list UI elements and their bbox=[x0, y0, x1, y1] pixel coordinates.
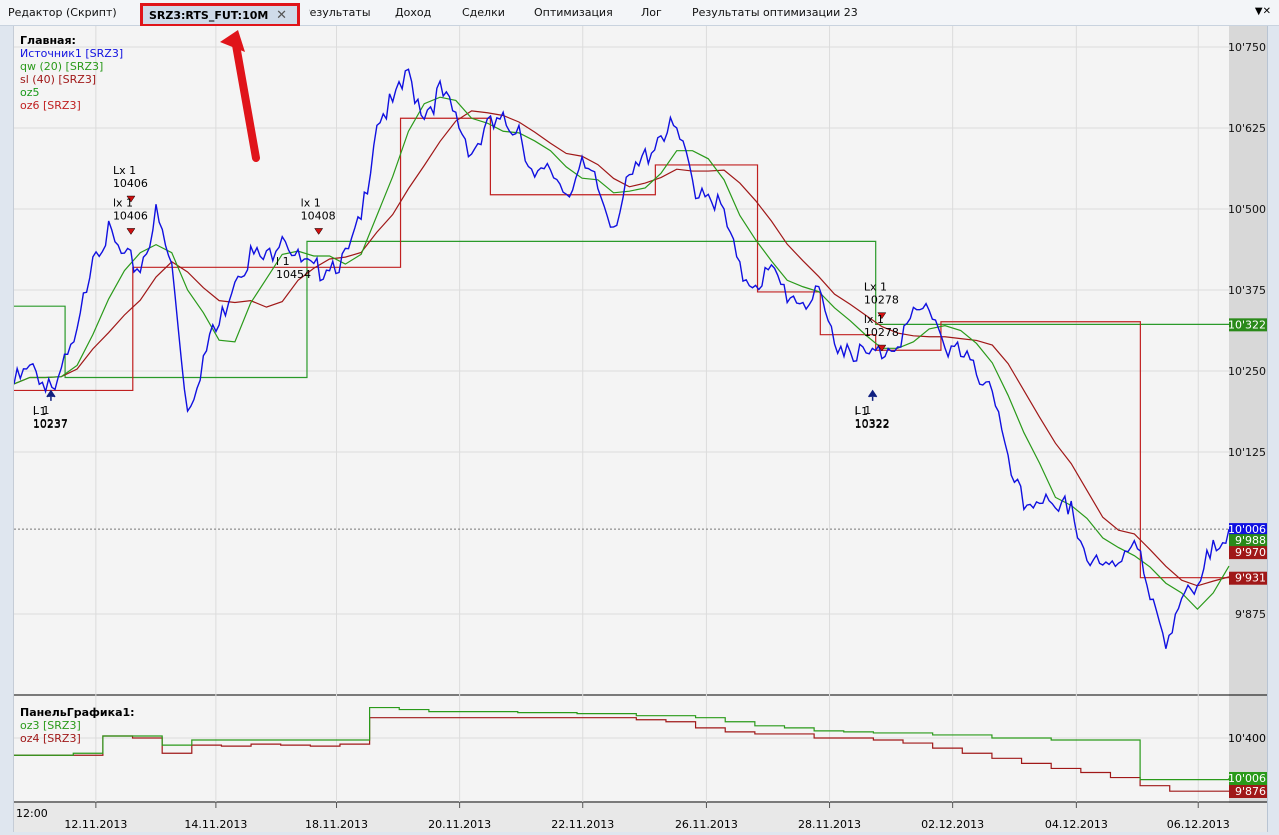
signal-marker: L 110322 bbox=[855, 404, 890, 430]
signal-label: l 1 bbox=[276, 255, 290, 268]
sub-panel-title: ПанельГрафика1: bbox=[20, 706, 135, 719]
legend-oz3: oz3 [SRZ3] bbox=[20, 719, 81, 732]
y-tick-label: 10'750 bbox=[1228, 41, 1266, 54]
y-tick-label: 10'500 bbox=[1228, 203, 1266, 216]
signal-label: Lx 1 bbox=[864, 281, 887, 294]
tab-optimization-results[interactable]: Результаты оптимизации 23 bbox=[692, 6, 858, 19]
sub-legend: ПанельГрафика1: oz3 [SRZ3] oz4 [SRZ3] bbox=[20, 706, 135, 745]
signal-label: L 1 bbox=[33, 404, 50, 417]
oz4-line bbox=[14, 717, 1229, 792]
signal-label: 10278 bbox=[864, 294, 899, 307]
oz3-line bbox=[14, 706, 1230, 781]
tab-income[interactable]: Доход bbox=[395, 6, 431, 19]
signal-label: 10406 bbox=[113, 209, 148, 222]
signal-label: lx 1 bbox=[301, 196, 321, 209]
x-tick-label: 18.11.2013 bbox=[305, 818, 368, 831]
sell-arrow-icon bbox=[314, 228, 324, 235]
oz6-line bbox=[14, 117, 1229, 579]
tab-menu-icon[interactable]: ▼✕ bbox=[1255, 6, 1271, 17]
tab-script-editor[interactable]: Редактор (Скрипт) bbox=[8, 6, 117, 19]
signal-label: 10237 bbox=[33, 417, 68, 430]
signal-label: 10408 bbox=[301, 209, 336, 222]
x-tick-label: 02.12.2013 bbox=[921, 818, 984, 831]
price-axis-bg bbox=[1229, 26, 1268, 832]
x-tick-label: 22.11.2013 bbox=[551, 818, 614, 831]
tab-results[interactable]: Результаты bbox=[309, 6, 371, 19]
price-line bbox=[13, 68, 1230, 649]
signal-label: lx 1 bbox=[864, 313, 884, 326]
x-tick-label: 26.11.2013 bbox=[675, 818, 738, 831]
buy-arrow-icon bbox=[46, 389, 56, 401]
signal-marker: lx 110406 bbox=[113, 196, 148, 235]
signal-marker: L 110237 bbox=[33, 404, 68, 430]
main-legend: Главная: Источник1 [SRZ3] qw (20) [SRZ3]… bbox=[20, 34, 123, 112]
x-tick-label: 12.11.2013 bbox=[64, 818, 127, 831]
x-tick-label: 04.12.2013 bbox=[1045, 818, 1108, 831]
tab-optimization[interactable]: Оптимизация bbox=[534, 6, 613, 19]
signal-label: lx 1 bbox=[113, 196, 133, 209]
signal-label: 10454 bbox=[276, 268, 311, 281]
vertical-scrollbar[interactable] bbox=[1267, 26, 1279, 832]
y-tick-label: 9'875 bbox=[1235, 608, 1266, 621]
signal-label: 10406 bbox=[113, 177, 148, 190]
sub-y-tick-label: 10'400 bbox=[1228, 732, 1266, 745]
main-panel-title: Главная: bbox=[20, 34, 76, 47]
legend-oz4: oz4 [SRZ3] bbox=[20, 732, 81, 745]
tab-trades[interactable]: Сделки bbox=[462, 6, 505, 19]
tab-log[interactable]: Лог bbox=[641, 6, 662, 19]
tab-bar: Редактор (Скрипт) SRZ3:RTS_FUT:10M ✕ Резу… bbox=[0, 0, 1279, 27]
signal-label: L 1 bbox=[855, 404, 872, 417]
buy-arrow-icon bbox=[868, 389, 878, 401]
legend-oz5: oz5 bbox=[20, 86, 40, 99]
x-tick-label: 14.11.2013 bbox=[184, 818, 247, 831]
time-label: 12:00 bbox=[16, 807, 48, 820]
y-tick-label: 10'250 bbox=[1228, 365, 1266, 378]
x-tick-label: 06.12.2013 bbox=[1167, 818, 1230, 831]
signal-marker: lx 110408 bbox=[301, 196, 336, 235]
last-value-label: 9'931 bbox=[1235, 572, 1266, 585]
signal-label: 10278 bbox=[864, 326, 899, 339]
x-tick-label: 28.11.2013 bbox=[798, 818, 861, 831]
tab-chart-label: SRZ3:RTS_FUT:10M bbox=[149, 9, 269, 22]
sub-last-value-label: 9'876 bbox=[1235, 785, 1266, 798]
tab-chart-active[interactable]: SRZ3:RTS_FUT:10M ✕ bbox=[140, 3, 300, 27]
y-tick-label: 10'625 bbox=[1228, 122, 1266, 135]
legend-oz6: oz6 [SRZ3] bbox=[20, 99, 81, 112]
qw-line bbox=[13, 96, 1230, 610]
y-tick-label: 10'375 bbox=[1228, 284, 1266, 297]
signal-label: 10322 bbox=[855, 417, 890, 430]
oz5-line bbox=[14, 240, 1229, 379]
legend-source: Источник1 [SRZ3] bbox=[20, 47, 124, 60]
legend-qw: qw (20) [SRZ3] bbox=[20, 60, 104, 73]
y-tick-label: 10'125 bbox=[1228, 446, 1266, 459]
sell-arrow-icon bbox=[126, 228, 136, 235]
last-value-label: 9'970 bbox=[1235, 546, 1266, 559]
x-tick-label: 20.11.2013 bbox=[428, 818, 491, 831]
sub-last-value-label: 10'006 bbox=[1228, 772, 1266, 785]
signal-label: Lx 1 bbox=[113, 164, 136, 177]
last-value-label: 10'322 bbox=[1228, 318, 1266, 331]
chart-svg[interactable]: 10'750 10'625 10'500 10'375 10'250 10'125 9'87… bbox=[13, 26, 1269, 832]
sl-line bbox=[13, 110, 1230, 587]
close-icon[interactable]: ✕ bbox=[276, 8, 287, 23]
legend-sl: sl (40) [SRZ3] bbox=[20, 73, 97, 86]
signal-marker: lx 110278 bbox=[864, 313, 899, 352]
chart-area[interactable]: 10'750 10'625 10'500 10'375 10'250 10'125 9'87… bbox=[13, 26, 1269, 832]
